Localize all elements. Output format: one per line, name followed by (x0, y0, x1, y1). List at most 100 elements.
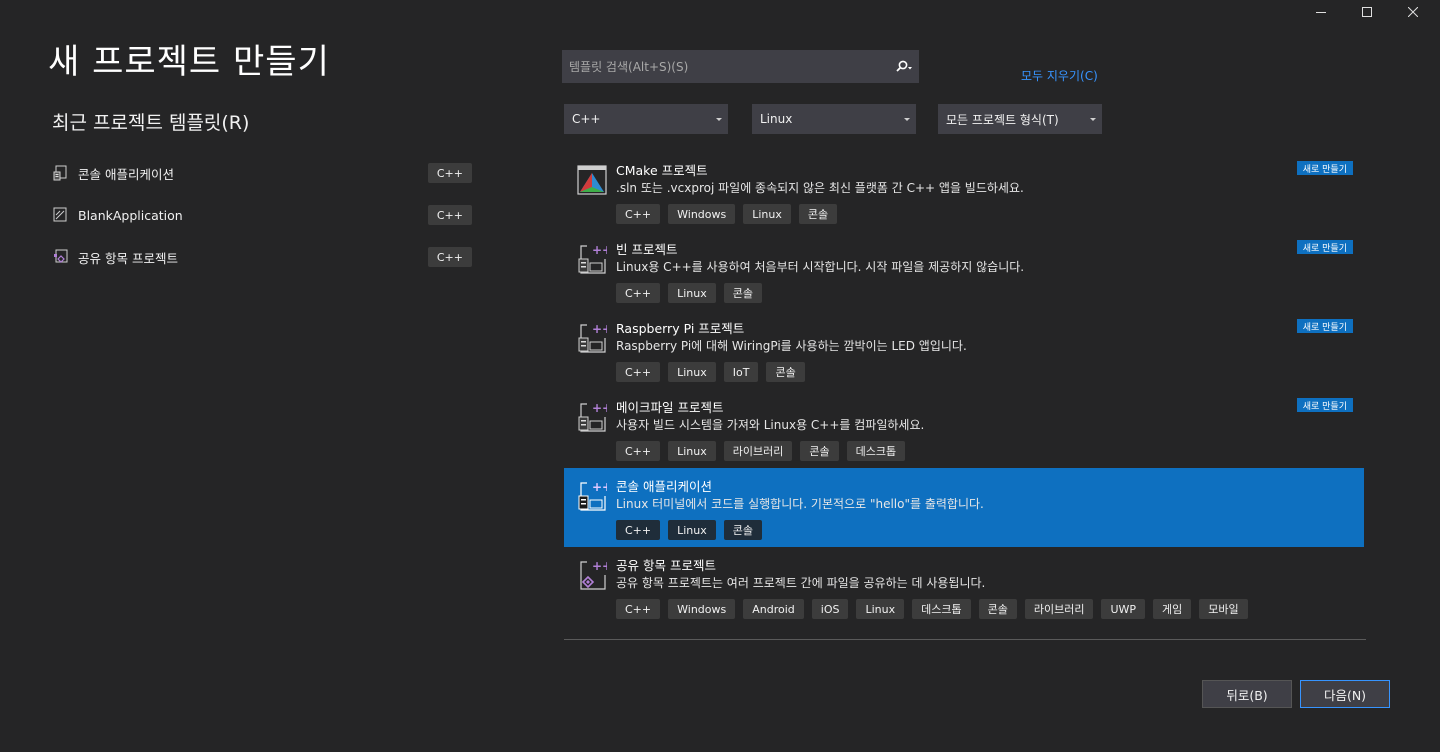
svg-text:++: ++ (592, 243, 607, 257)
template-tag: 콘솔 (766, 362, 805, 382)
recent-item-blank-application[interactable]: BlankApplication C++ (52, 203, 472, 227)
cmake-icon (577, 165, 607, 195)
template-tag: Linux (668, 441, 716, 461)
template-tag: C++ (616, 283, 661, 303)
template-tag: C++ (616, 204, 661, 224)
new-badge: 새로 만들기 (1296, 319, 1353, 333)
template-tag: 라이브러리 (1024, 599, 1094, 619)
svg-text:++: ++ (592, 322, 607, 336)
template-description: 공유 항목 프로젝트는 여러 프로젝트 간에 파일을 공유하는 데 사용됩니다. (616, 576, 986, 590)
close-button[interactable] (1390, 0, 1436, 24)
template-tag: Linux (743, 204, 791, 224)
template-tag: Windows (668, 599, 736, 619)
template-name: 콘솔 애플리케이션 (616, 479, 712, 494)
project-type-filter-dropdown[interactable]: 모든 프로젝트 형식(T) (938, 104, 1102, 134)
recent-item-label: 콘솔 애플리케이션 (78, 166, 174, 182)
language-tag: C++ (427, 163, 472, 183)
template-tag: 데스크톱 (846, 441, 906, 461)
divider (564, 639, 1366, 640)
maximize-icon (1362, 7, 1372, 17)
recent-item-shared-items[interactable]: 공유 항목 프로젝트 C++ (52, 245, 472, 269)
svg-text:++: ++ (592, 480, 607, 494)
shared-items-icon (54, 249, 68, 263)
template-item-empty-project[interactable]: ++ 빈 프로젝트 Linux용 C++를 사용하여 처음부터 시작합니다. 시… (564, 231, 1364, 310)
template-tag: 콘솔 (978, 599, 1017, 619)
project-type-filter-value: 모든 프로젝트 형식(T) (946, 112, 1059, 127)
template-name: CMake 프로젝트 (616, 163, 708, 178)
template-tag: Linux (668, 283, 716, 303)
shared-items-icon: ++ (580, 559, 607, 590)
template-tag: C++ (616, 599, 661, 619)
template-tag: C++ (616, 441, 661, 461)
chevron-down-icon (904, 117, 910, 121)
template-tag: 콘솔 (723, 520, 763, 540)
new-badge: 새로 만들기 (1296, 398, 1353, 412)
template-tag: 데스크톱 (912, 599, 971, 619)
template-tag: iOS (811, 599, 849, 619)
template-tag: Windows (668, 204, 736, 224)
template-tag: C++ (616, 362, 661, 382)
next-button[interactable]: 다음(N) (1300, 680, 1390, 708)
template-description: 사용자 빌드 시스템을 가져와 Linux용 C++를 컴파일하세요. (616, 418, 925, 432)
template-tag: Linux (668, 520, 716, 540)
new-badge: 새로 만들기 (1296, 161, 1353, 175)
template-tag: 모바일 (1199, 599, 1248, 619)
template-tag: 게임 (1153, 599, 1192, 619)
template-item-cmake[interactable]: CMake 프로젝트 .sln 또는 .vcxproj 파일에 종속되지 않은 … (564, 152, 1364, 231)
language-filter-value: C++ (572, 112, 601, 126)
blank-app-icon (53, 207, 67, 222)
minimize-button[interactable] (1298, 0, 1344, 24)
platform-filter-value: Linux (760, 112, 793, 126)
platform-filter-dropdown[interactable]: Linux (752, 104, 916, 134)
console-app-icon (53, 165, 67, 181)
search-icon (896, 60, 912, 72)
chevron-down-icon (1090, 117, 1096, 121)
language-tag: C++ (427, 205, 472, 225)
template-tag: 라이브러리 (723, 441, 793, 461)
language-tag: C++ (427, 247, 472, 267)
svg-text:++: ++ (592, 559, 607, 573)
template-name: 빈 프로젝트 (616, 242, 678, 257)
svg-text:++: ++ (592, 401, 607, 415)
recent-templates-heading: 최근 프로젝트 템플릿(R) (52, 112, 250, 134)
template-item-raspberry-pi[interactable]: ++ Raspberry Pi 프로젝트 Raspberry Pi에 대해 Wi… (564, 310, 1364, 389)
template-description: Linux용 C++를 사용하여 처음부터 시작합니다. 시작 파일을 제공하지… (616, 260, 1025, 274)
template-tag: UWP (1101, 599, 1146, 619)
template-item-makefile[interactable]: ++ 메이크파일 프로젝트 사용자 빌드 시스템을 가져와 Linux용 C++… (564, 389, 1364, 468)
recent-item-label: 공유 항목 프로젝트 (78, 250, 178, 266)
close-icon (1408, 7, 1418, 17)
search-input[interactable] (563, 51, 890, 82)
template-description: Linux 터미널에서 코드를 실행합니다. 기본적으로 "hello"를 출력… (616, 497, 984, 511)
template-tag: Linux (856, 599, 905, 619)
template-tag: C++ (616, 520, 661, 540)
linux-cpp-project-icon: ++ (578, 322, 607, 353)
template-tag: 콘솔 (723, 283, 763, 303)
clear-all-filters-link[interactable]: 모두 지우기(C) (1021, 67, 1098, 84)
linux-cpp-project-icon: ++ (578, 401, 607, 432)
template-tag: IoT (723, 362, 759, 382)
recent-item-label: BlankApplication (78, 207, 183, 223)
template-tag: 콘솔 (800, 441, 839, 461)
template-name: 메이크파일 프로젝트 (616, 400, 724, 415)
maximize-button[interactable] (1344, 0, 1390, 24)
template-search-box[interactable] (562, 50, 919, 83)
new-badge: 새로 만들기 (1296, 240, 1353, 254)
template-description: Raspberry Pi에 대해 WiringPi를 사용하는 깜박이는 LED… (616, 339, 967, 353)
page-title: 새 프로젝트 만들기 (48, 42, 330, 82)
template-tag: Android (743, 599, 804, 619)
template-item-console-app[interactable]: ++ 콘솔 애플리케이션 Linux 터미널에서 코드를 실행합니다. 기본적으… (564, 468, 1364, 547)
template-item-shared-items[interactable]: ++ 공유 항목 프로젝트 공유 항목 프로젝트는 여러 프로젝트 간에 파일을… (564, 547, 1364, 626)
linux-cpp-project-icon: ++ (578, 480, 607, 511)
template-tag: 콘솔 (798, 204, 838, 224)
minimize-icon (1316, 12, 1326, 13)
search-button[interactable] (890, 51, 918, 82)
template-name: Raspberry Pi 프로젝트 (616, 321, 745, 336)
chevron-down-icon (716, 117, 722, 121)
back-button[interactable]: 뒤로(B) (1202, 680, 1292, 708)
template-name: 공유 항목 프로젝트 (616, 558, 716, 573)
language-filter-dropdown[interactable]: C++ (564, 104, 728, 134)
template-tag: Linux (668, 362, 716, 382)
linux-cpp-project-icon: ++ (578, 243, 607, 274)
recent-item-console-app[interactable]: 콘솔 애플리케이션 C++ (52, 161, 472, 185)
template-description: .sln 또는 .vcxproj 파일에 종속되지 않은 최신 플랫폼 간 C+… (616, 181, 1024, 195)
